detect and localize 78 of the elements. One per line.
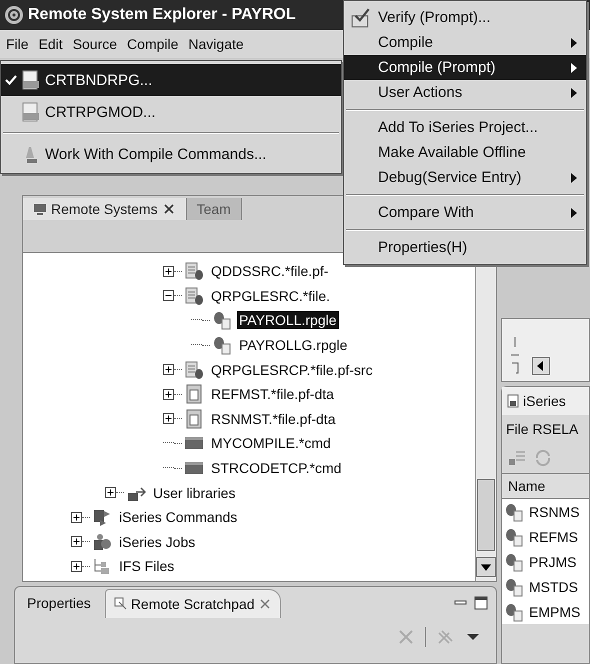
scroll-left-icon[interactable] <box>532 357 550 375</box>
tree-item[interactable]: iSeries Jobs <box>117 532 198 551</box>
panel-tab[interactable]: Team <box>186 198 242 220</box>
member-icon <box>504 502 524 522</box>
scroll-thumb[interactable] <box>477 479 495 551</box>
close-icon[interactable] <box>162 202 176 216</box>
scroll-down-icon[interactable] <box>476 557 496 577</box>
menu-bar-item[interactable]: Navigate <box>188 36 244 52</box>
tree-item[interactable]: QRPGLESRC.*file. <box>209 286 332 305</box>
binary-file-icon <box>21 70 41 90</box>
jobs-icon <box>92 532 112 552</box>
menu-bar-item[interactable]: Compile <box>127 36 178 52</box>
panel-tab[interactable]: iSeries <box>502 387 589 415</box>
expander-box[interactable] <box>71 512 82 523</box>
menu-item[interactable]: Add To iSeries Project... <box>344 115 586 140</box>
expander-box[interactable] <box>105 487 116 498</box>
binary-file-icon <box>21 102 41 122</box>
panel-tab[interactable]: Properties <box>19 589 99 617</box>
source-file-icon <box>184 286 204 306</box>
expander-box[interactable] <box>163 266 174 277</box>
expander-box[interactable] <box>163 413 174 424</box>
maximize-icon[interactable] <box>474 596 488 610</box>
tree-item[interactable]: MYCOMPILE.*cmd <box>209 434 333 452</box>
expander-box[interactable] <box>163 364 174 376</box>
tree-item[interactable]: iSeries Commands <box>117 508 240 526</box>
tree-item[interactable]: REFMST.*file.pf-dta <box>209 385 336 404</box>
filter-text: File RSELA <box>505 420 580 439</box>
panel-tab[interactable]: Remote Systems <box>23 198 187 220</box>
data-file-icon <box>184 384 204 404</box>
scratchpad-icon <box>114 596 128 610</box>
column-header[interactable]: Name <box>502 474 589 499</box>
menu-item[interactable]: Make Available Offline <box>344 140 586 165</box>
document-icon <box>506 394 520 408</box>
menu-bar-item[interactable]: Source <box>72 36 118 52</box>
folder-tree-icon <box>92 556 112 576</box>
menu-item[interactable]: Compare With <box>344 200 586 225</box>
source-file-icon <box>184 360 204 380</box>
data-file-icon <box>184 408 204 429</box>
menu-item[interactable]: Compile <box>344 30 586 55</box>
table-cell: PRJMS <box>529 554 576 570</box>
tree-item[interactable]: User libraries <box>151 484 238 502</box>
tree-item[interactable]: PAYROLL.rpgle <box>237 311 339 330</box>
member-icon <box>504 526 524 546</box>
table-cell: MSTDS <box>529 578 578 594</box>
table-cell: REFMS <box>529 528 578 544</box>
menu-item[interactable]: CRTBNDRPG... <box>1 64 341 96</box>
menu-item[interactable]: Properties(H) <box>344 235 586 260</box>
menu-item[interactable]: User Actions <box>344 80 586 105</box>
tree-item[interactable]: RSNMST.*file.pf-dta <box>209 410 338 428</box>
tree-item[interactable]: PAYROLLG.rpgle <box>237 336 350 354</box>
source-file-icon <box>184 261 204 282</box>
expander-box[interactable] <box>71 536 82 548</box>
tree-item[interactable]: QDDSSRC.*file.pf- <box>209 262 330 280</box>
window-title: Remote System Explorer - PAYROL <box>28 6 296 24</box>
member-icon <box>212 335 232 356</box>
menu-bar-item[interactable]: Edit <box>38 36 63 52</box>
menu-item[interactable]: Debug(Service Entry) <box>344 165 586 190</box>
expander-box[interactable] <box>163 388 174 400</box>
panel-tab[interactable]: Remote Scratchpad <box>104 588 281 618</box>
menu-item[interactable]: Verify (Prompt)... <box>344 5 586 30</box>
member-icon <box>212 310 232 330</box>
expander-box[interactable] <box>71 560 82 572</box>
member-icon <box>504 552 524 572</box>
commands-icon <box>92 507 112 528</box>
monitor-icon <box>33 202 47 216</box>
tree-item[interactable]: QRPGLESRCP.*file.pf-src <box>209 360 375 379</box>
checked-form-icon <box>350 6 372 28</box>
tree-item[interactable]: STRCODETCP.*cmd <box>209 459 344 478</box>
member-icon <box>504 576 524 596</box>
tree-item[interactable]: IFS Files <box>117 557 176 576</box>
menu-item[interactable]: Work With Compile Commands... <box>1 138 341 170</box>
table-cell: EMPMS <box>529 604 580 620</box>
expander-box[interactable] <box>163 290 174 302</box>
menu-bar-item[interactable]: File <box>6 36 29 52</box>
member-icon <box>504 602 524 622</box>
table-cell: RSNMS <box>529 504 580 520</box>
menu-item[interactable]: CRTRPGMOD... <box>1 96 341 128</box>
menu-item[interactable]: Compile (Prompt) <box>344 55 586 80</box>
